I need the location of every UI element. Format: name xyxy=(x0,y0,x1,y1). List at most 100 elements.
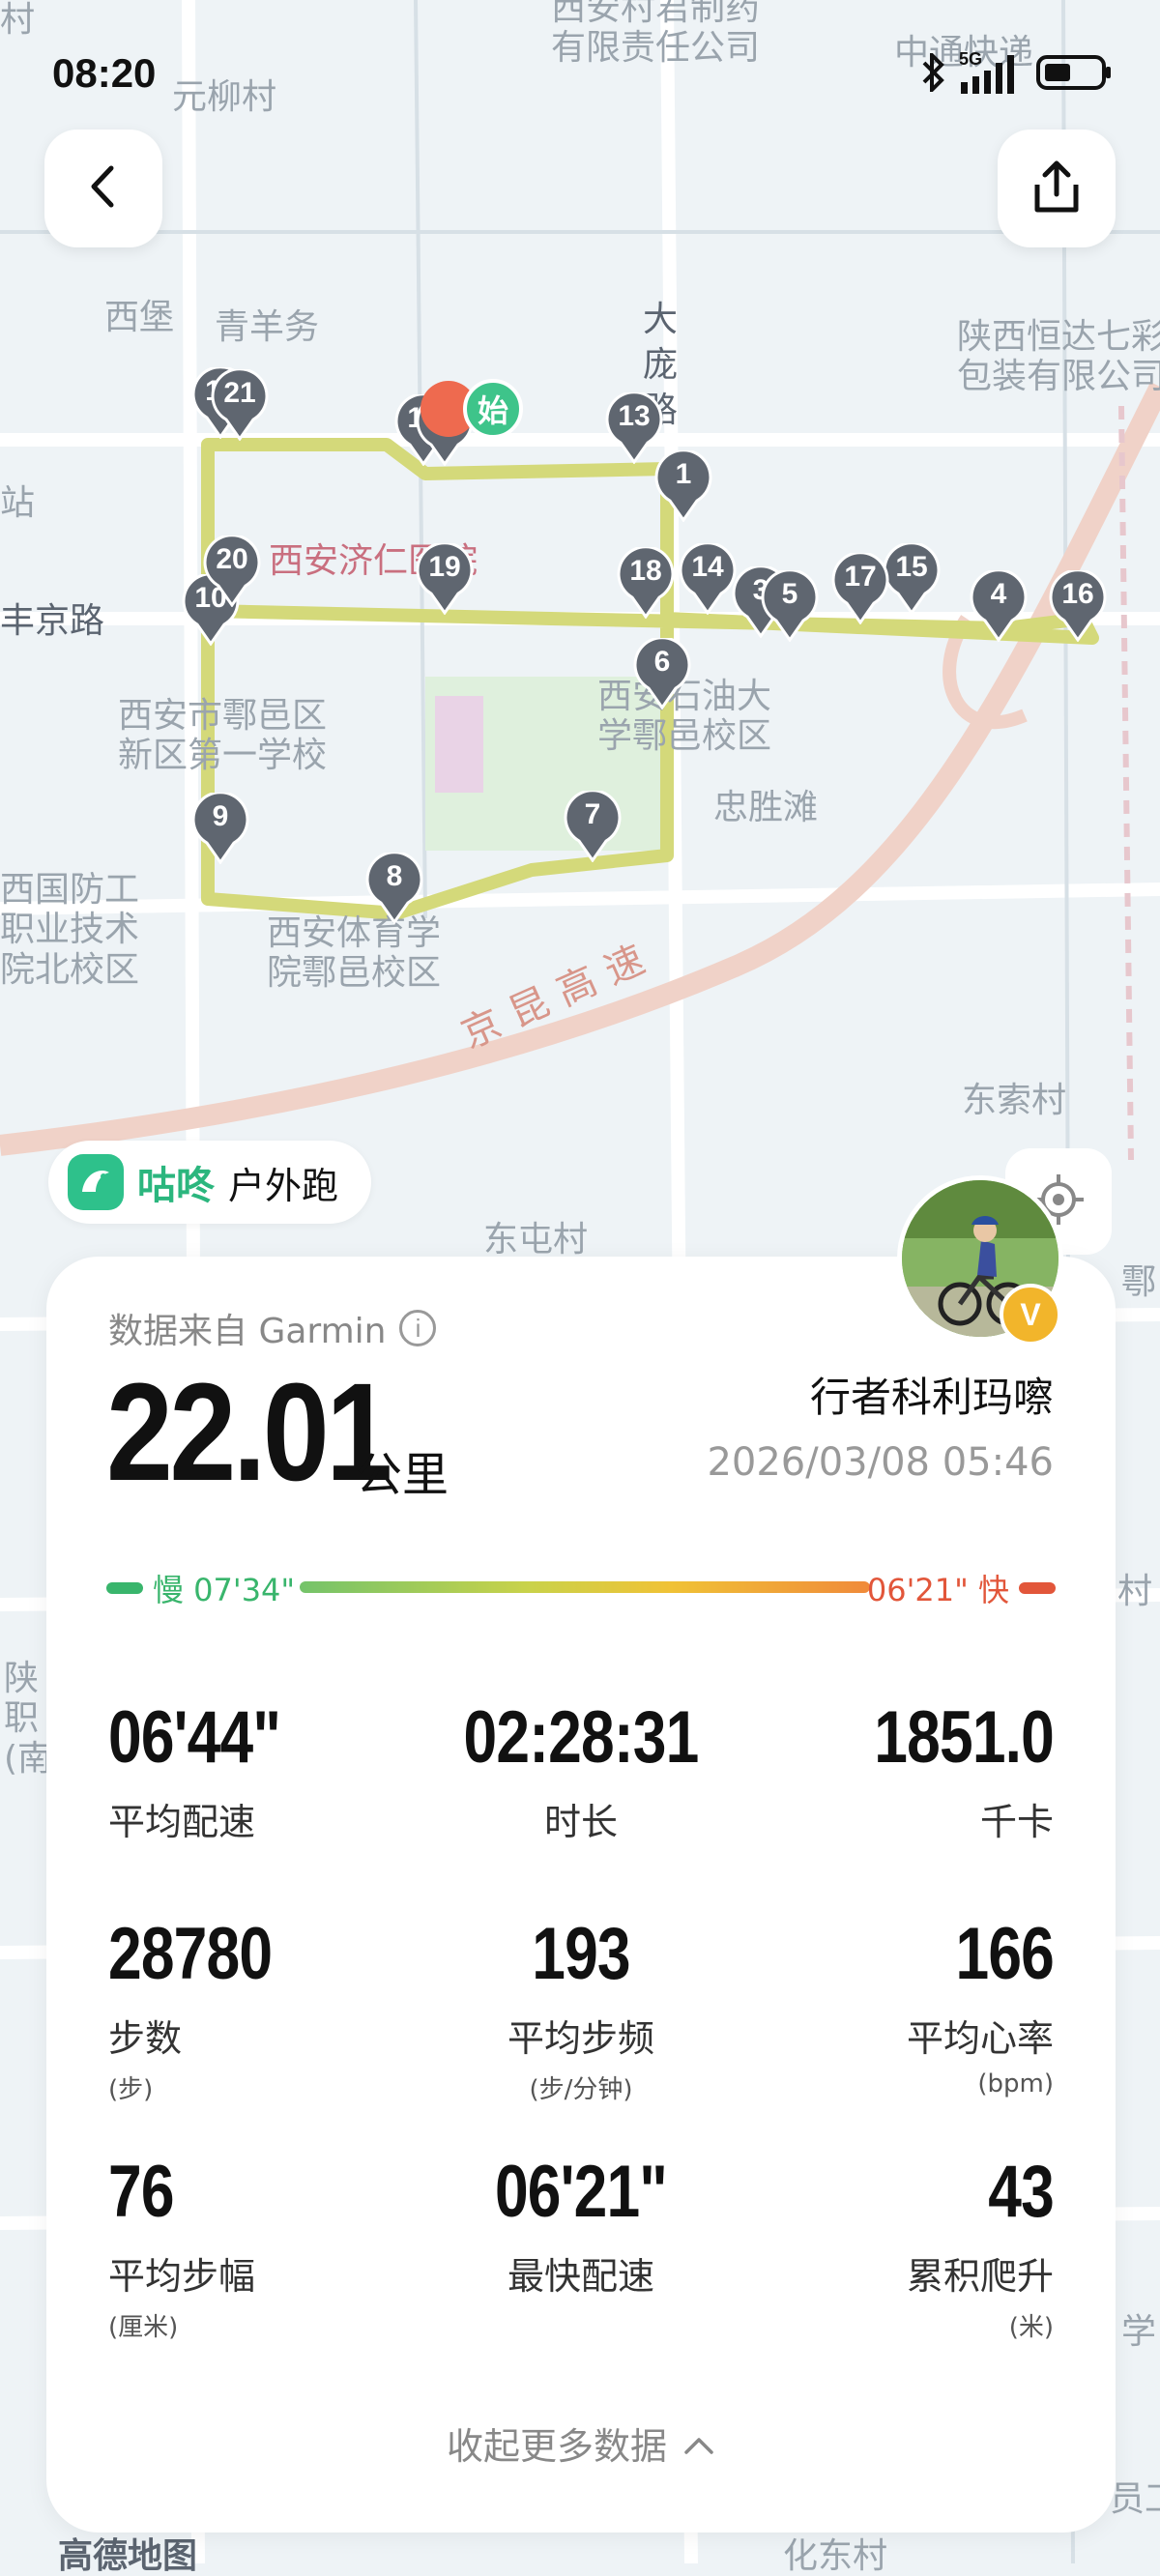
map-label: 亚 员工宿 xyxy=(1110,2479,1160,2520)
stat-unit: (步/分钟) xyxy=(529,2075,633,2104)
fast-indicator xyxy=(1019,1582,1056,1594)
start-label: 始 xyxy=(463,379,523,439)
km-marker-label: 21 xyxy=(223,377,256,409)
km-marker-label: 14 xyxy=(691,551,724,583)
km-marker[interactable]: 1 xyxy=(654,450,712,522)
km-marker[interactable]: 16 xyxy=(1049,570,1107,642)
stat-value: 02:28:31 xyxy=(463,1696,700,1779)
km-marker[interactable]: 9 xyxy=(191,793,249,864)
map-label: 东索村 xyxy=(962,1081,1067,1120)
km-marker[interactable]: 4 xyxy=(970,570,1028,642)
stat-value: 166 xyxy=(955,1913,1054,1995)
battery-icon xyxy=(1036,53,1114,96)
stat-cadence: 193 平均步频 (步/分钟) xyxy=(426,1918,736,2105)
pace-slow-label: 慢 07'34" xyxy=(153,1572,296,1608)
stat-label: 平均步频 xyxy=(507,2017,654,2060)
collapse-label: 收起更多数据 xyxy=(446,2425,667,2468)
bluetooth-icon xyxy=(920,50,945,96)
km-marker[interactable]: 6 xyxy=(633,638,691,709)
share-button[interactable] xyxy=(998,130,1116,247)
km-marker-label: 17 xyxy=(844,561,877,593)
stat-label: 步数 xyxy=(108,2017,183,2060)
km-marker-label: 18 xyxy=(629,555,662,587)
stat-unit: (bpm) xyxy=(977,2069,1054,2098)
km-marker[interactable]: 20 xyxy=(203,535,261,607)
share-icon xyxy=(1030,158,1084,219)
distance-unit: 公里 xyxy=(356,1448,450,1502)
map-label: 学 xyxy=(1121,2312,1157,2352)
km-marker-label: 13 xyxy=(618,400,651,432)
back-button[interactable] xyxy=(44,130,162,247)
km-marker[interactable]: 19 xyxy=(416,543,474,615)
km-marker-label: 20 xyxy=(216,543,248,575)
map-label: 西安体育学 院鄠邑校区 xyxy=(267,913,442,994)
km-marker[interactable]: 7 xyxy=(564,791,622,862)
activity-datetime: 2026/03/08 05:46 xyxy=(707,1440,1054,1485)
km-marker-label: 9 xyxy=(212,800,229,832)
km-marker[interactable]: 14 xyxy=(679,543,737,615)
stat-calories: 1851.0 千卡 xyxy=(744,1696,1055,1845)
km-marker[interactable]: 17 xyxy=(831,553,889,624)
map-label: 西安市鄠邑区 新区第一学校 xyxy=(118,696,328,776)
stat-label: 平均配速 xyxy=(108,1801,256,1843)
pace-legend: 慢 07'34" 06'21" 快 xyxy=(106,1566,1056,1608)
km-marker-label: 4 xyxy=(990,578,1007,610)
brand-name: 咕咚 xyxy=(137,1164,215,1208)
map-label: 西堡 xyxy=(104,298,175,337)
slow-indicator xyxy=(106,1582,143,1594)
stat-unit: (步) xyxy=(108,2075,154,2104)
km-marker-label: 1 xyxy=(675,458,692,490)
km-marker[interactable]: 5 xyxy=(761,570,819,642)
map-label: 青羊务 xyxy=(215,307,320,347)
km-marker-label: 5 xyxy=(781,578,798,610)
back-icon xyxy=(84,162,123,215)
brand-logo-icon xyxy=(68,1154,124,1210)
km-marker-label: 16 xyxy=(1061,578,1094,610)
km-marker-label: 19 xyxy=(428,551,461,583)
stat-heart-rate: 166 平均心率 (bpm) xyxy=(744,1913,1055,2099)
map-label: 西国防工 职业技术 院北校区 xyxy=(0,870,140,990)
start-marker: 始 xyxy=(420,379,527,447)
stat-steps: 28780 步数 (步) xyxy=(108,1918,418,2105)
stat-duration: 02:28:31 时长 xyxy=(426,1701,736,1845)
map-label: 鄠 xyxy=(1121,1262,1157,1302)
data-source-label: 数据来自 Garmin xyxy=(108,1312,387,1351)
stat-value: 06'44" xyxy=(108,1696,281,1779)
pace-gradient xyxy=(300,1581,870,1593)
map-label: 站 xyxy=(0,483,36,523)
stat-label: 累积爬升 xyxy=(906,2255,1054,2298)
stats-card: 数据来自 Garmin i 22.01 公里 行者科利玛嚓 2026/03/08… xyxy=(46,1257,1116,2533)
stat-elevation-gain: 43 累积爬升 (米) xyxy=(744,2151,1055,2343)
km-marker-label: 7 xyxy=(584,798,601,830)
status-bar: 08:20 5G xyxy=(0,0,1160,145)
km-marker[interactable]: 15 xyxy=(883,543,941,615)
map-attribution: 高德地图 xyxy=(58,2536,198,2576)
user-name[interactable]: 行者科利玛嚓 xyxy=(810,1365,1054,1424)
km-marker[interactable]: 18 xyxy=(617,547,675,619)
pace-fast-label: 06'21" 快 xyxy=(866,1572,1009,1608)
stat-label: 最快配速 xyxy=(507,2255,654,2298)
km-marker[interactable]: 8 xyxy=(365,853,423,924)
km-marker[interactable]: 21 xyxy=(211,369,269,441)
collapse-more-button[interactable]: 收起更多数据 xyxy=(46,2417,1116,2470)
stat-label: 平均心率 xyxy=(906,2017,1054,2060)
info-icon[interactable]: i xyxy=(399,1310,437,1346)
stat-value: 193 xyxy=(532,1913,630,1995)
brand-tag: 咕咚 户外跑 xyxy=(48,1141,372,1224)
stat-label: 时长 xyxy=(543,1801,618,1843)
map-label: 忠胜滩 xyxy=(713,788,819,827)
km-marker-label: 15 xyxy=(895,551,928,583)
km-marker-label: 8 xyxy=(386,860,403,892)
status-time: 08:20 xyxy=(52,50,157,96)
stat-fastest-pace: 06'21" 最快配速 xyxy=(426,2156,736,2300)
map-label: 陕 职 (南 xyxy=(4,1659,53,1779)
km-marker[interactable]: 13 xyxy=(605,392,663,464)
stat-value: 28780 xyxy=(108,1913,273,1995)
stat-value: 43 xyxy=(988,2151,1055,2233)
verified-badge-icon: V xyxy=(1000,1284,1061,1346)
stat-value: 1851.0 xyxy=(874,1696,1055,1779)
distance-value: 22.01 xyxy=(106,1354,392,1510)
map-label: 东屯村 xyxy=(483,1220,589,1259)
map-label: 丰京路 xyxy=(0,601,105,641)
signal-icon: 5G xyxy=(959,49,1023,96)
